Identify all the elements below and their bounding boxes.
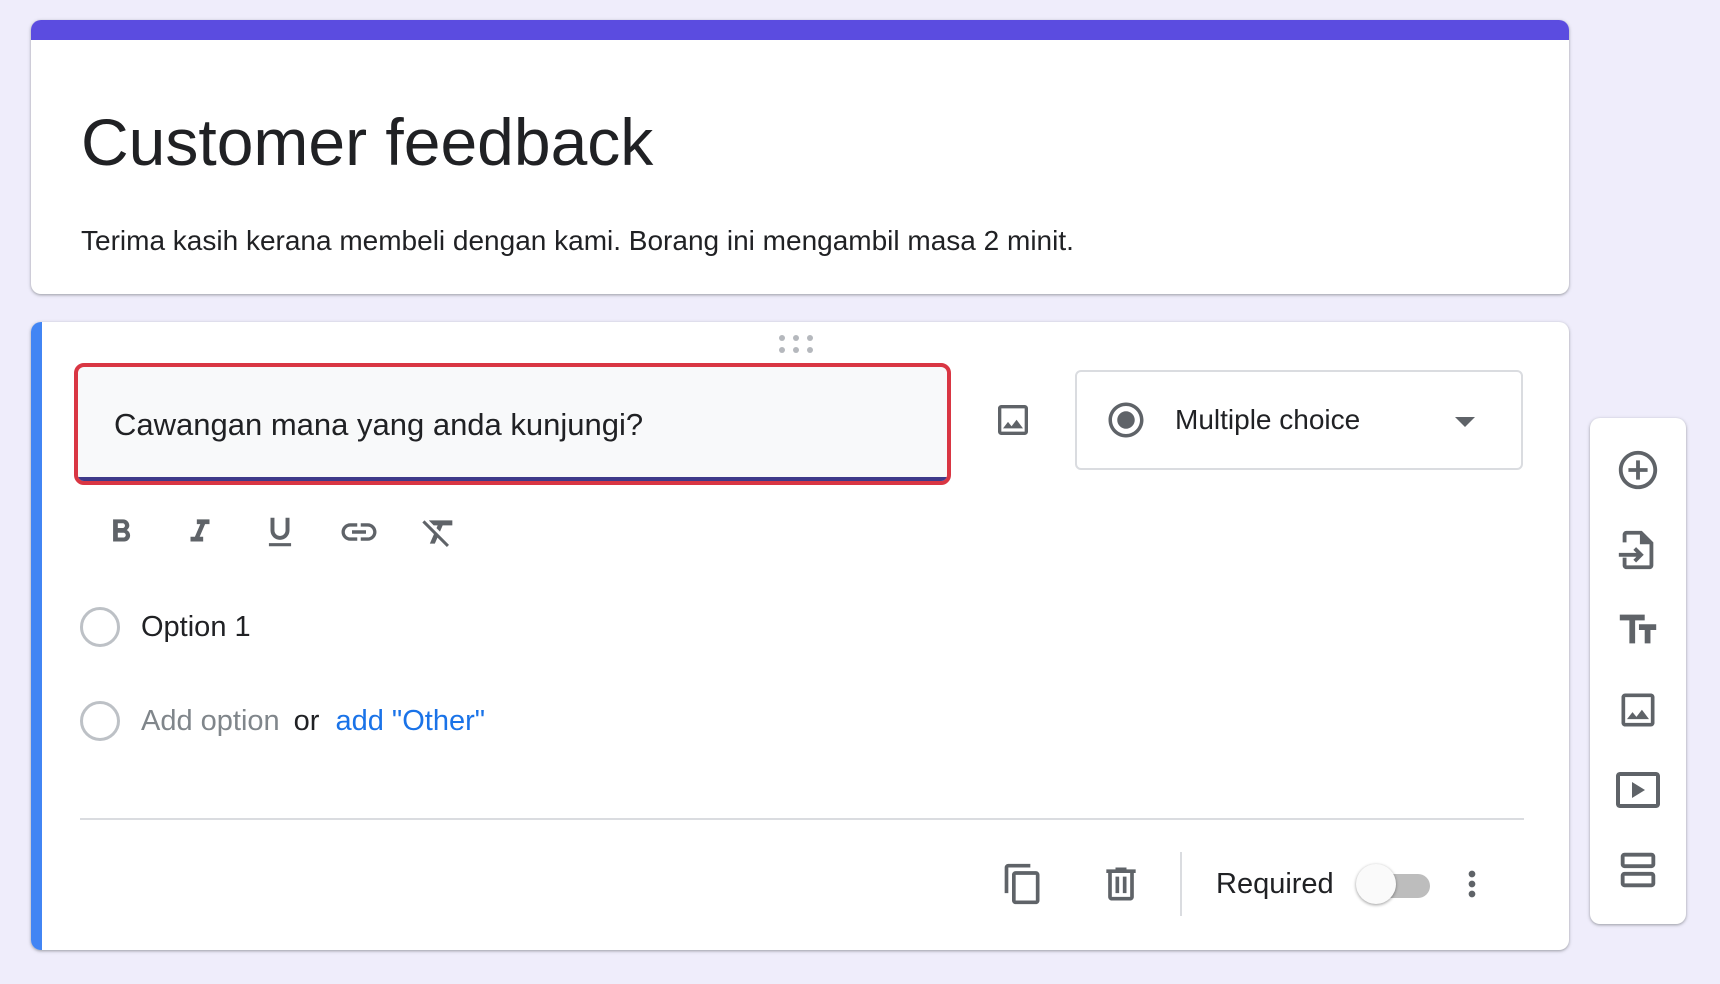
radio-button-checked-icon: [1108, 402, 1144, 438]
underline-button[interactable]: [250, 502, 310, 562]
add-section-button[interactable]: [1602, 834, 1674, 906]
underline-icon: [268, 517, 292, 547]
question-card[interactable]: Cawangan mana yang anda kunjungi? Multip…: [31, 322, 1569, 950]
question-title-field[interactable]: Cawangan mana yang anda kunjungi?: [74, 363, 951, 485]
toggle-knob: [1356, 864, 1396, 904]
option-label[interactable]: Option 1: [141, 611, 251, 644]
clear-formatting-icon: [422, 520, 453, 547]
link-icon: [341, 523, 377, 541]
add-image-button[interactable]: [981, 388, 1045, 452]
dropdown-arrow-icon: [1455, 417, 1475, 427]
question-type-dropdown[interactable]: Multiple choice: [1075, 370, 1523, 470]
add-option-input[interactable]: Add option: [141, 705, 280, 738]
header-accent-bar: [31, 20, 1569, 40]
option-row[interactable]: Option 1: [80, 607, 251, 647]
add-question-icon: [1618, 450, 1658, 490]
add-option-row: Add option or add "Other": [80, 701, 485, 741]
question-field-underline: [78, 477, 947, 481]
import-questions-icon: [1618, 530, 1654, 570]
option-radio: [80, 607, 120, 647]
option-radio: [80, 701, 120, 741]
more-options-button[interactable]: [1440, 852, 1504, 916]
bold-button[interactable]: [91, 502, 151, 562]
add-section-icon: [1620, 852, 1656, 888]
insert-link-button[interactable]: [329, 502, 389, 562]
clear-formatting-button[interactable]: [409, 502, 469, 562]
delete-icon: [1106, 867, 1136, 901]
duplicate-icon: [1004, 863, 1040, 905]
italic-icon: [190, 519, 210, 542]
footer-divider: [80, 818, 1524, 820]
image-icon: [998, 405, 1028, 435]
duplicate-button[interactable]: [991, 852, 1055, 916]
footer-vertical-divider: [1180, 852, 1182, 916]
import-questions-button[interactable]: [1602, 514, 1674, 586]
add-image-side-button[interactable]: [1602, 674, 1674, 746]
side-toolbar: [1590, 418, 1686, 924]
active-question-accent: [31, 322, 42, 950]
add-title-button[interactable]: [1602, 594, 1674, 666]
italic-button[interactable]: [170, 502, 230, 562]
required-toggle[interactable]: [1356, 864, 1430, 904]
or-text: or: [293, 704, 320, 737]
add-question-button[interactable]: [1602, 434, 1674, 506]
add-image-icon: [1621, 693, 1655, 727]
form-header-card[interactable]: Customer feedback Terima kasih kerana me…: [31, 20, 1569, 294]
add-video-icon: [1616, 772, 1660, 808]
add-video-button[interactable]: [1602, 754, 1674, 826]
add-title-icon: [1619, 614, 1657, 644]
form-title[interactable]: Customer feedback: [81, 104, 653, 180]
question-type-label: Multiple choice: [1175, 404, 1361, 435]
more-vert-icon: [1468, 870, 1476, 898]
form-description[interactable]: Terima kasih kerana membeli dengan kami.…: [81, 225, 1074, 257]
drag-handle-icon[interactable]: [768, 332, 824, 356]
bold-icon: [113, 519, 131, 542]
delete-button[interactable]: [1089, 852, 1153, 916]
question-title-text[interactable]: Cawangan mana yang anda kunjungi?: [114, 407, 643, 443]
required-label: Required: [1216, 868, 1334, 900]
add-other-link[interactable]: add "Other": [335, 705, 485, 738]
